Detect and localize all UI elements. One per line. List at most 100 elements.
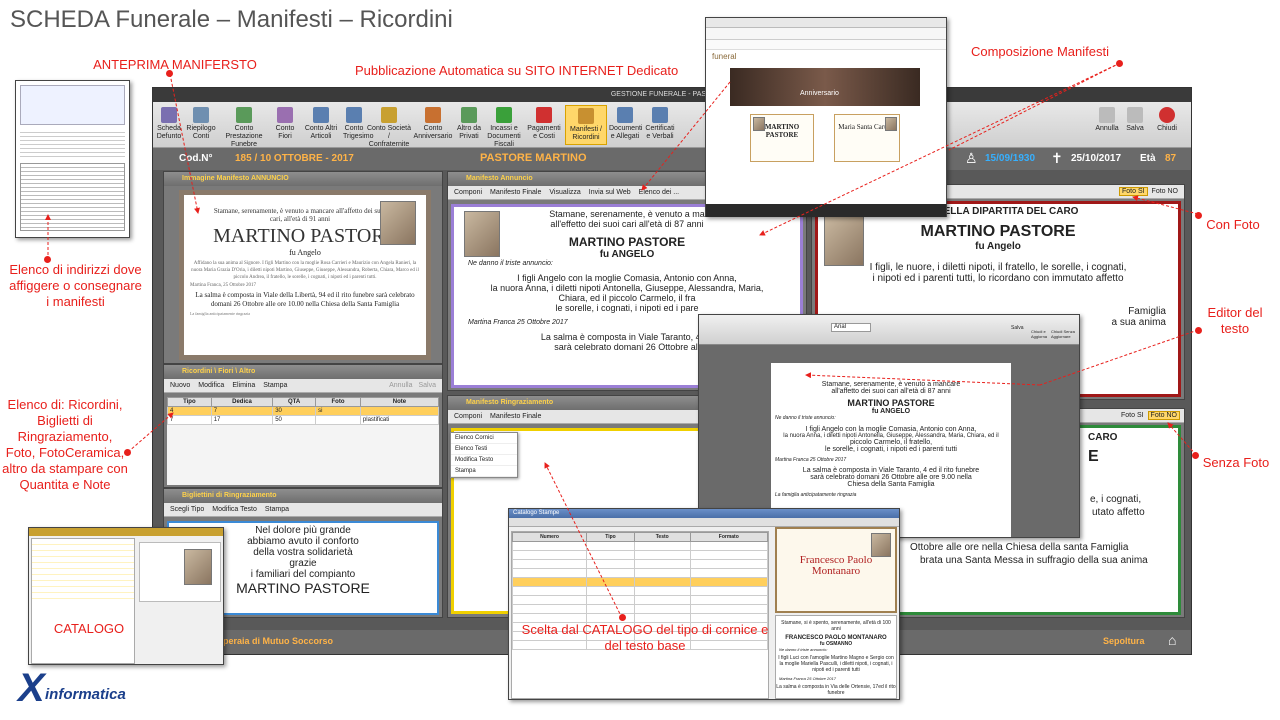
table-row[interactable] xyxy=(511,559,769,569)
ribbon-icon-9 xyxy=(496,107,512,123)
ric-tb-right-item-0[interactable]: Annulla xyxy=(389,382,412,389)
componi-menu-item-2[interactable]: Modifica Testo xyxy=(451,455,517,466)
callout-senza-foto: Senza Foto xyxy=(1202,455,1270,470)
manifesto-preview[interactable]: Stamane, serenamente, è venuto a mancare… xyxy=(179,190,431,360)
componi-menu-item-3[interactable]: Stampa xyxy=(451,466,517,477)
ribbon-right-button-1[interactable]: Salva xyxy=(1121,105,1149,145)
ricordini-col-4[interactable]: Note xyxy=(359,397,440,407)
web-card-1[interactable]: MARTINO PASTORE xyxy=(750,114,814,162)
big-tb-item-1[interactable]: Modifica Testo xyxy=(212,506,257,513)
ric-tb-right-item-1[interactable]: Salva xyxy=(418,382,436,389)
web-card-2[interactable]: Maria Santa Carucci xyxy=(834,114,900,162)
sb-line2: brata una Santa Messa in suffragio della… xyxy=(920,555,1148,566)
ribbon-button-2[interactable]: Conto Prestazione Funebre xyxy=(219,105,269,148)
lock-icon[interactable]: ⌂ xyxy=(1168,632,1176,648)
componi-menu-item-0[interactable]: Elenco Cornici xyxy=(451,433,517,444)
callout-dot-composizione xyxy=(1116,60,1123,67)
foto-si-button[interactable]: Foto SI xyxy=(1119,187,1148,196)
table-row[interactable] xyxy=(511,595,769,605)
editor-font-select[interactable]: Arial xyxy=(831,323,871,332)
ct-body1: I figli, le nuore, i diletti nipoti, il … xyxy=(869,262,1127,273)
ric-tb-item-3[interactable]: Stampa xyxy=(263,382,287,389)
save-icon xyxy=(1127,107,1143,123)
bottom-right-text: Sepoltura xyxy=(1103,636,1145,646)
ricordini-col-0[interactable]: Tipo xyxy=(167,397,212,407)
ric-tb-item-1[interactable]: Modifica xyxy=(198,382,224,389)
foto-si-button-2[interactable]: Foto SI xyxy=(1119,412,1146,419)
ribbon-icon-1 xyxy=(193,107,209,123)
editor-close-noupdate[interactable]: Chiudi Senza Aggiornare xyxy=(1051,329,1079,339)
big-tb-item-2[interactable]: Stampa xyxy=(265,506,289,513)
catalogo-list[interactable] xyxy=(32,539,134,599)
ann-tb-item-4[interactable]: Elenco dei ... xyxy=(639,189,679,196)
undo-icon xyxy=(1099,107,1115,123)
editor-close-update[interactable]: Chiudi e Aggiorna xyxy=(1031,329,1049,339)
birth-date: 15/09/1930 xyxy=(985,153,1036,164)
componi-menu: Elenco Cornici Elenco Testi Modifica Testo… xyxy=(450,432,518,478)
foto-no-button[interactable]: Foto NO xyxy=(1150,188,1180,195)
ribbon-button-0[interactable]: Scheda Defunto xyxy=(155,105,183,145)
ribbon-toolbar: Scheda Defunto Riepilogo Conti Conto Prest… xyxy=(153,102,1191,148)
ribbon-button-7[interactable]: Conto Anniversario xyxy=(413,105,453,145)
big-tb-item-0[interactable]: Scegli Tipo xyxy=(170,506,204,513)
table-row[interactable] xyxy=(511,550,769,560)
ricordini-col-3[interactable]: Foto xyxy=(315,397,361,407)
foto-no-button-2[interactable]: Foto NO xyxy=(1147,411,1180,420)
site-footer xyxy=(706,204,946,217)
ann-tb-item-3[interactable]: Invia sul Web xyxy=(589,189,631,196)
preview-footer: La famiglia anticipatamente ringrazia xyxy=(190,311,251,316)
ann-tb-item-2[interactable]: Visualizza xyxy=(549,189,580,196)
catalog-col-0[interactable]: Numero xyxy=(511,532,588,542)
ribbon-right-button-0[interactable]: Annulla xyxy=(1093,105,1121,145)
table-row[interactable]: 7 17 50 plastificati xyxy=(167,415,440,425)
ribbon-button-1[interactable]: Riepilogo Conti xyxy=(185,105,217,145)
table-row[interactable] xyxy=(511,568,769,578)
ribbon-right-button-2[interactable]: Chiudi xyxy=(1153,105,1181,145)
ribbon-button-10[interactable]: Pagamenti e Costi xyxy=(525,105,563,145)
table-row[interactable] xyxy=(511,586,769,596)
catalog-window-title: Catalogo Stampe xyxy=(509,509,899,518)
editor-ribbon: Arial Salva Chiudi e Aggiorna Chiudi Sen… xyxy=(699,315,1079,345)
ribbon-button-13[interactable]: Certificati e Verbali xyxy=(643,105,677,145)
table-row[interactable] xyxy=(511,541,769,551)
ring-tb-item-1[interactable]: Manifesto Finale xyxy=(490,413,541,420)
ribbon-button-4[interactable]: Conto Altri Articoli xyxy=(301,105,341,145)
ribbon-button-5[interactable]: Conto Trigesimo xyxy=(343,105,373,145)
birth-icon: ♙ xyxy=(965,150,978,166)
table-row[interactable]: 4 7 30 si xyxy=(167,406,440,416)
ricordini-col-2[interactable]: QTA xyxy=(272,397,317,407)
cat-text-salma: La salma è composta in Via delle Ortensi… xyxy=(776,684,896,696)
catalog-text-preview: Stamane, si è spento, serenamente, all'e… xyxy=(775,615,897,699)
ric-tb-item-2[interactable]: Elimina xyxy=(232,382,255,389)
ric-tb-item-0[interactable]: Nuovo xyxy=(170,382,190,389)
ribbon-button-6[interactable]: Conto Società / Confraternite xyxy=(367,105,411,148)
table-cell xyxy=(359,406,440,416)
browser-bookmarks xyxy=(706,40,946,50)
ann-tb-item-0[interactable]: Componi xyxy=(454,189,482,196)
callout-dot-ricordini xyxy=(124,449,131,456)
ribbon-label-8: Altro da Privati xyxy=(456,125,482,140)
ribbon-icon-0 xyxy=(161,107,177,123)
preview-body: Affidano la sua anima al Signore. I figl… xyxy=(191,261,419,280)
ricordini-col-1[interactable]: Dedica xyxy=(210,397,274,407)
catalog-col-1[interactable]: Tipo xyxy=(586,532,635,542)
ed-sub: fu ANGELO xyxy=(871,408,911,415)
ribbon-button-12[interactable]: Documenti e Allegati xyxy=(609,105,642,145)
catalog-list[interactable]: Numero Tipo Testo Formato xyxy=(511,531,769,699)
sb-heading: CARO xyxy=(1088,432,1118,443)
ed-intro2: all'affetto dei suoi cari all'età di 87 … xyxy=(831,388,951,395)
catalog-col-2[interactable]: Testo xyxy=(633,532,691,542)
ribbon-button-11[interactable]: Manifesti / Ricordini xyxy=(565,105,607,145)
ribbon-button-3[interactable]: Conto Fiori xyxy=(271,105,299,145)
ann-tb-item-1[interactable]: Manifesto Finale xyxy=(490,189,541,196)
table-row[interactable] xyxy=(511,577,769,587)
componi-menu-item-1[interactable]: Elenco Testi xyxy=(451,444,517,455)
ribbon-button-8[interactable]: Altro da Privati xyxy=(455,105,483,145)
preview-place: Martina Franca, 25 Ottobre 2017 xyxy=(190,283,256,288)
catalog-col-3[interactable]: Formato xyxy=(689,532,769,542)
ribbon-button-9[interactable]: Incassi e Documenti Fiscali xyxy=(485,105,523,148)
editor-save[interactable]: Salva xyxy=(1011,325,1024,331)
table-row[interactable] xyxy=(511,604,769,614)
ring-tb-item-0[interactable]: Componi xyxy=(454,413,482,420)
window-title: GESTIONE FUNERALE - PASTORE M xyxy=(153,88,1191,102)
